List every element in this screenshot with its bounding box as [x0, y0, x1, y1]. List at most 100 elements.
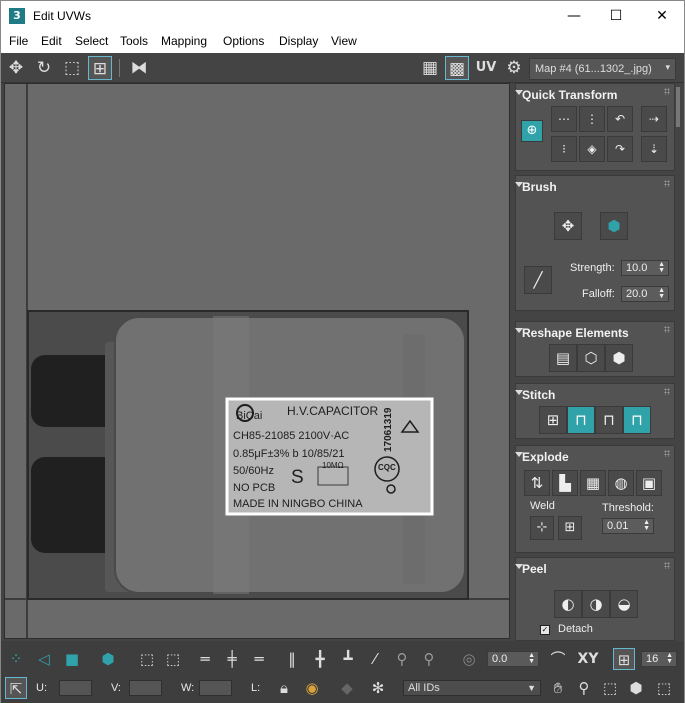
- space-horizontal-icon[interactable]: ⇢: [641, 106, 667, 132]
- menu-display[interactable]: Display: [279, 34, 318, 48]
- rotate-icon[interactable]: ↻: [32, 56, 56, 80]
- menu-file[interactable]: File: [9, 34, 28, 48]
- spinner-arrows-icon[interactable]: ▲ ▼: [528, 652, 535, 665]
- reset-peel-icon[interactable]: ◒: [610, 590, 638, 618]
- stitch-custom-icon[interactable]: ⊞: [539, 406, 567, 434]
- minimize-button[interactable]: —: [551, 1, 597, 31]
- filter-icon[interactable]: ✻: [367, 677, 389, 699]
- zoom-extents-selected-icon[interactable]: ⬚: [653, 677, 675, 699]
- show-map-icon[interactable]: ▩: [445, 56, 469, 80]
- freeform-mode-icon[interactable]: ⊞: [88, 56, 112, 80]
- spinner-arrows-icon[interactable]: ▲ ▼: [643, 519, 650, 532]
- rollout-grip-icon[interactable]: [664, 180, 670, 187]
- spinner-arrows-icon[interactable]: ▲ ▼: [658, 261, 665, 274]
- align-grid-icon[interactable]: ◈: [579, 136, 605, 162]
- w-coordinate-field[interactable]: [199, 680, 232, 696]
- paint-select-shrink-icon[interactable]: ⚲: [418, 648, 440, 670]
- rotate-cw-90-icon[interactable]: ↷: [607, 136, 633, 162]
- threshold-spinner[interactable]: 0.01 ▲ ▼: [602, 518, 654, 534]
- menu-view[interactable]: View: [331, 34, 357, 48]
- stitch-to-average-icon[interactable]: ⊓: [595, 406, 623, 434]
- explode-by-smoothing-icon[interactable]: ▙: [552, 470, 578, 496]
- v-coordinate-field[interactable]: [129, 680, 162, 696]
- spinner-arrows-icon[interactable]: ▲ ▼: [658, 287, 665, 300]
- reshape-elements-title[interactable]: Reshape Elements: [522, 326, 629, 340]
- move-icon[interactable]: ✥: [4, 56, 28, 80]
- explode-title[interactable]: Explode: [522, 450, 569, 464]
- align-to-edge-icon[interactable]: ⊕: [521, 120, 543, 142]
- mirror-icon[interactable]: ⧓: [127, 56, 151, 80]
- relax-icon[interactable]: ⬡: [577, 344, 605, 372]
- quick-transform-title[interactable]: Quick Transform: [522, 88, 617, 102]
- strength-spinner[interactable]: 10.0 ▲ ▼: [621, 260, 669, 276]
- vertex-mode-icon[interactable]: ⁘: [5, 648, 27, 670]
- freeze-icon[interactable]: ◆: [336, 677, 358, 699]
- spinner-arrows-icon[interactable]: ▲ ▼: [666, 652, 673, 665]
- relax-brush-icon[interactable]: ⬢: [600, 212, 628, 240]
- checker-pattern-icon[interactable]: ▦: [418, 56, 442, 80]
- stitch-to-source-icon[interactable]: ⊓: [623, 406, 651, 434]
- uv-editor-viewport[interactable]: BiCai H.V.CAPACITOR CH85-21085 2100V·AC …: [4, 83, 510, 639]
- relax-settings-icon[interactable]: ⬢: [605, 344, 633, 372]
- loop-icon[interactable]: ‖: [281, 648, 303, 670]
- brush-title[interactable]: Brush: [522, 180, 557, 194]
- rollout-grip-icon[interactable]: [664, 88, 670, 95]
- hide-icon[interactable]: ◉: [301, 677, 323, 699]
- space-vertical-icon[interactable]: ⇣: [641, 136, 667, 162]
- rollout-grip-icon[interactable]: [664, 450, 670, 457]
- map-select-dropdown[interactable]: Map #4 (61...1302_.jpg) ▾: [529, 58, 676, 80]
- weld-selected-icon[interactable]: ⊹: [530, 516, 554, 540]
- falloff-distance-spinner[interactable]: 0.0 ▲ ▼: [487, 651, 539, 667]
- peel-title[interactable]: Peel: [522, 562, 547, 576]
- zoom-region-icon[interactable]: ⬚: [599, 677, 621, 699]
- align-vertical-icon[interactable]: ⋮: [579, 106, 605, 132]
- panel-scrollbar[interactable]: [676, 87, 680, 127]
- explode-to-elements-icon[interactable]: ◍: [608, 470, 634, 496]
- pan-icon[interactable]: ✋︎: [547, 677, 569, 699]
- falloff-type-icon[interactable]: ⌒: [547, 648, 569, 670]
- rotate-ccw-90-icon[interactable]: ↶: [607, 106, 633, 132]
- element-mode-icon[interactable]: ⬢: [97, 648, 119, 670]
- grow-selection-icon[interactable]: ⬚: [136, 648, 158, 670]
- align-to-center-icon[interactable]: ⁝: [551, 136, 577, 162]
- detach-checkbox[interactable]: ✓: [540, 625, 550, 635]
- straighten-selection-icon[interactable]: ▤: [549, 344, 577, 372]
- zoom-extents-icon[interactable]: ⬢: [625, 677, 647, 699]
- flatten-by-polygon-icon[interactable]: ▣: [636, 470, 662, 496]
- menu-tools[interactable]: Tools: [120, 34, 148, 48]
- edge-mode-icon[interactable]: ◁: [33, 648, 55, 670]
- close-button[interactable]: ✕: [639, 1, 685, 31]
- stitch-title[interactable]: Stitch: [522, 388, 555, 402]
- quick-peel-icon[interactable]: ◐: [554, 590, 582, 618]
- grid-size-spinner[interactable]: 16 ▲ ▼: [641, 651, 677, 667]
- absolute-offset-icon[interactable]: ⇱: [5, 677, 27, 699]
- zoom-icon[interactable]: ⚲: [573, 677, 595, 699]
- edge-ring-icon[interactable]: ┻: [337, 648, 359, 670]
- coordinate-space-icon[interactable]: XY: [573, 648, 603, 670]
- menu-options[interactable]: Options: [223, 34, 264, 48]
- peel-mode-icon[interactable]: ◑: [582, 590, 610, 618]
- menu-mapping[interactable]: Mapping: [161, 34, 207, 48]
- explode-by-material-icon[interactable]: ▦: [580, 470, 606, 496]
- rollout-grip-icon[interactable]: [664, 562, 670, 569]
- rollout-grip-icon[interactable]: [664, 326, 670, 333]
- grid-snap-icon[interactable]: ⊞: [613, 648, 635, 670]
- weld-selected-targets-icon[interactable]: ⊞: [558, 516, 582, 540]
- ring-grow-icon[interactable]: ╪: [221, 648, 243, 670]
- loop-select-icon[interactable]: ═: [194, 648, 216, 670]
- ring-icon[interactable]: ╋: [309, 648, 331, 670]
- ring-shrink-icon[interactable]: ═: [248, 648, 270, 670]
- scale-icon[interactable]: ⬚: [60, 56, 84, 80]
- polygon-mode-icon[interactable]: ■: [61, 648, 83, 670]
- maximize-button[interactable]: ☐: [593, 1, 639, 31]
- u-coordinate-field[interactable]: [59, 680, 92, 696]
- falloff-spinner[interactable]: 20.0 ▲ ▼: [621, 286, 669, 302]
- stitch-to-target-icon[interactable]: ⊓: [567, 406, 595, 434]
- break-icon[interactable]: ⇅: [524, 470, 550, 496]
- material-id-select[interactable]: All IDs ▼: [403, 680, 541, 696]
- paint-move-icon[interactable]: ✥: [554, 212, 582, 240]
- uv-toggle-icon[interactable]: UV: [474, 56, 498, 80]
- align-horizontal-icon[interactable]: ⋯: [551, 106, 577, 132]
- shrink-selection-icon[interactable]: ⬚: [162, 648, 184, 670]
- menu-select[interactable]: Select: [75, 34, 108, 48]
